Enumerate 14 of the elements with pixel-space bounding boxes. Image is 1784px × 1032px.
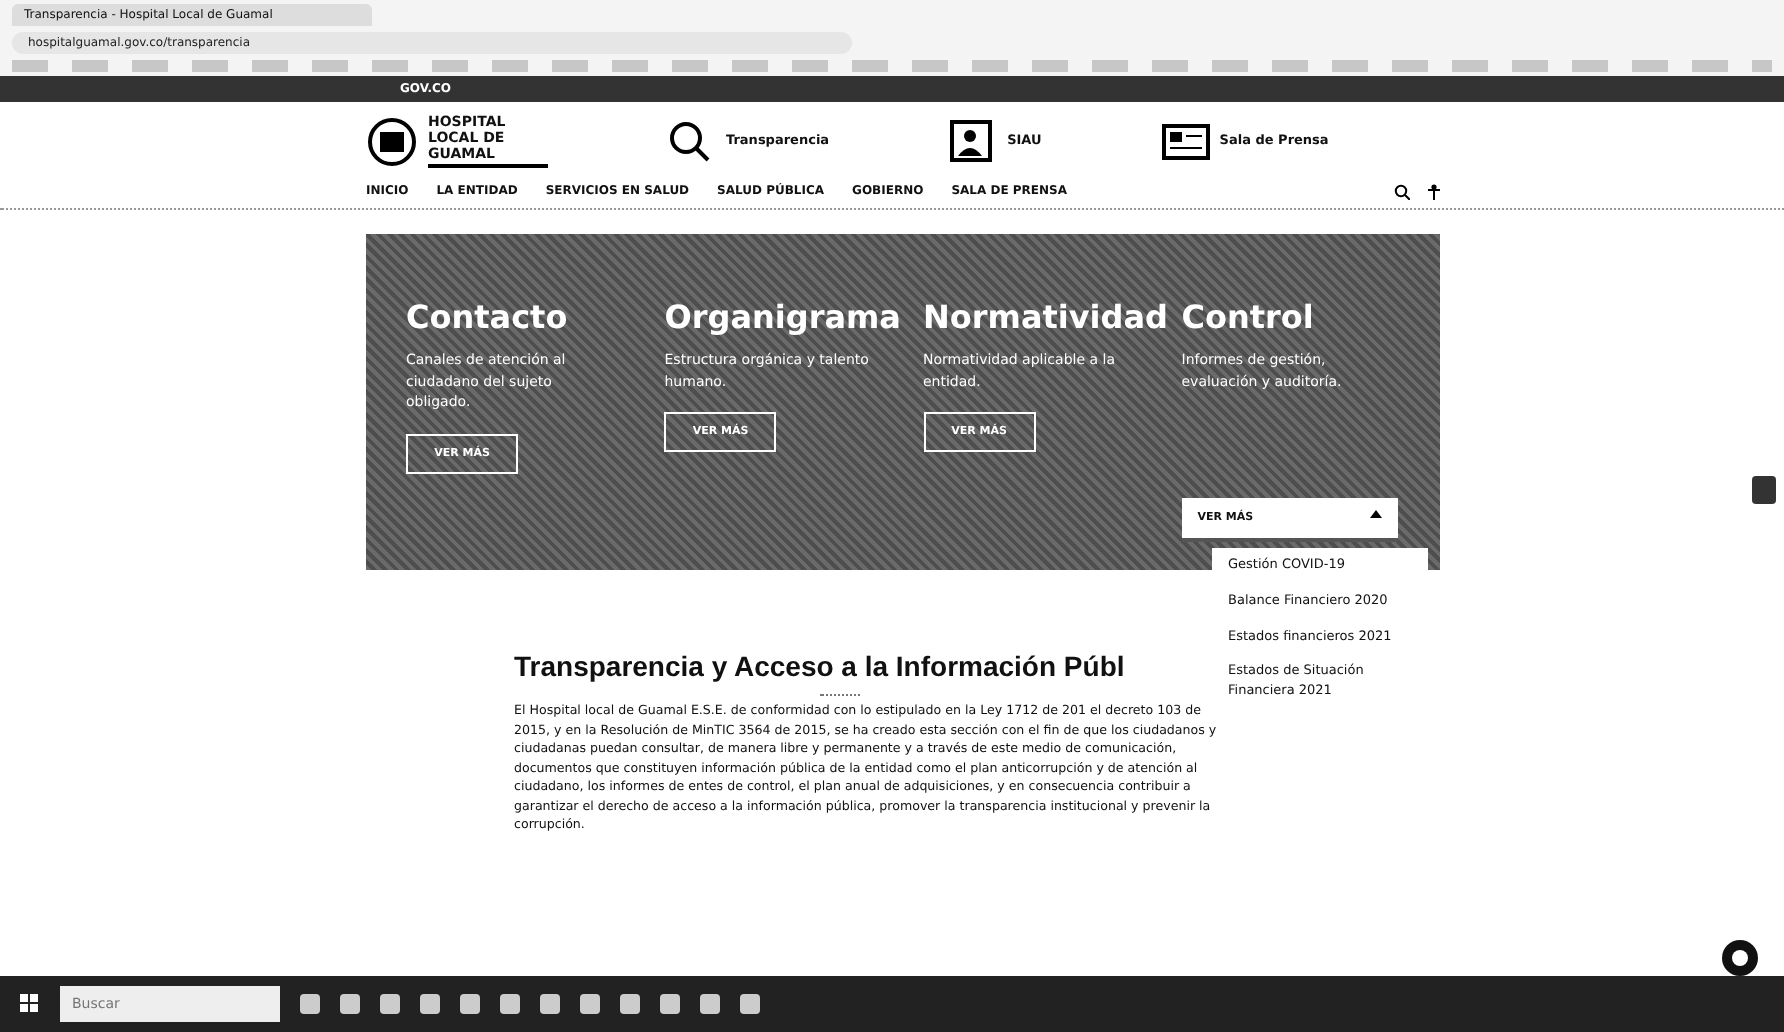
card-title: Contacto bbox=[406, 296, 570, 340]
newspaper-icon bbox=[1161, 120, 1210, 164]
card-title: Normatividad bbox=[923, 296, 1170, 340]
side-tab-icon[interactable] bbox=[1752, 475, 1776, 504]
hospital-logo-icon[interactable] bbox=[366, 116, 418, 168]
card-title: Organigrama bbox=[664, 296, 903, 340]
caret-up-icon bbox=[1369, 510, 1382, 518]
people-icon bbox=[949, 120, 998, 164]
search-icon[interactable] bbox=[1394, 183, 1411, 199]
accessibility-icon[interactable] bbox=[1426, 183, 1443, 199]
chat-icon[interactable] bbox=[1720, 937, 1760, 978]
card-title: Control bbox=[1181, 296, 1316, 340]
windows-icon[interactable] bbox=[20, 994, 40, 1014]
section-title: Transparencia y Acceso a la Información Públ bbox=[514, 648, 1125, 686]
